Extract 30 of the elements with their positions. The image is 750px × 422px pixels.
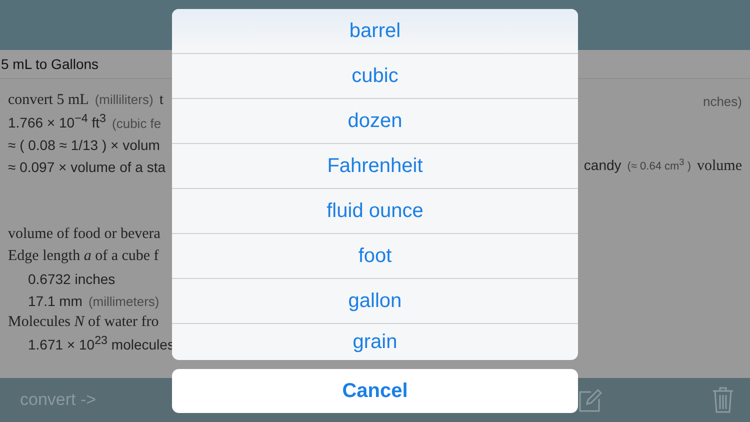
detail-text: (millimeters) [88, 294, 160, 309]
detail-text: Edge length a of a cube f [8, 248, 159, 265]
detail-text: volume of food or bevera [8, 226, 160, 243]
unit-option[interactable]: Fahrenheit [172, 144, 578, 189]
unit-option[interactable]: barrel [172, 9, 578, 54]
unit-option[interactable]: fluid ounce [172, 189, 578, 234]
unit-option[interactable]: foot [172, 234, 578, 279]
result-text: candy [584, 157, 622, 173]
result-text: nches) [702, 94, 742, 109]
result-text: (milliliters) [94, 92, 154, 107]
unit-option[interactable]: cubic [172, 54, 578, 99]
unit-option[interactable]: grain [172, 324, 578, 360]
result-text: (cubic fe [112, 116, 162, 131]
result-text: convert 5 mL [8, 92, 89, 109]
result-text: volume [697, 158, 742, 175]
detail-text: 17.1 mm [28, 293, 82, 309]
trash-icon[interactable] [712, 386, 734, 414]
result-text: ≈ 0.097 × volume of a sta [8, 159, 166, 175]
detail-text: 0.6732 inches [28, 271, 116, 287]
cancel-button[interactable]: Cancel [172, 369, 578, 413]
unit-option[interactable]: gallon [172, 279, 578, 324]
result-text: 1.766 × 10$^{−4}$ ft$^{3}$ [8, 112, 106, 131]
result-text: ≈ ( 0.08 ≈ 1/13 ) × volum [8, 137, 160, 153]
detail-text: 1.671 × 10$^{23}$ molecules [28, 334, 174, 353]
unit-option[interactable]: dozen [172, 99, 578, 144]
edit-icon[interactable] [578, 387, 602, 413]
detail-text: Molecules N of water fro [8, 314, 159, 331]
page-title: 5 mL to Gallons [1, 56, 99, 72]
result-text: (≈ 0.64 cm$^{3}$ ) [627, 157, 691, 173]
result-text: t [159, 92, 164, 109]
